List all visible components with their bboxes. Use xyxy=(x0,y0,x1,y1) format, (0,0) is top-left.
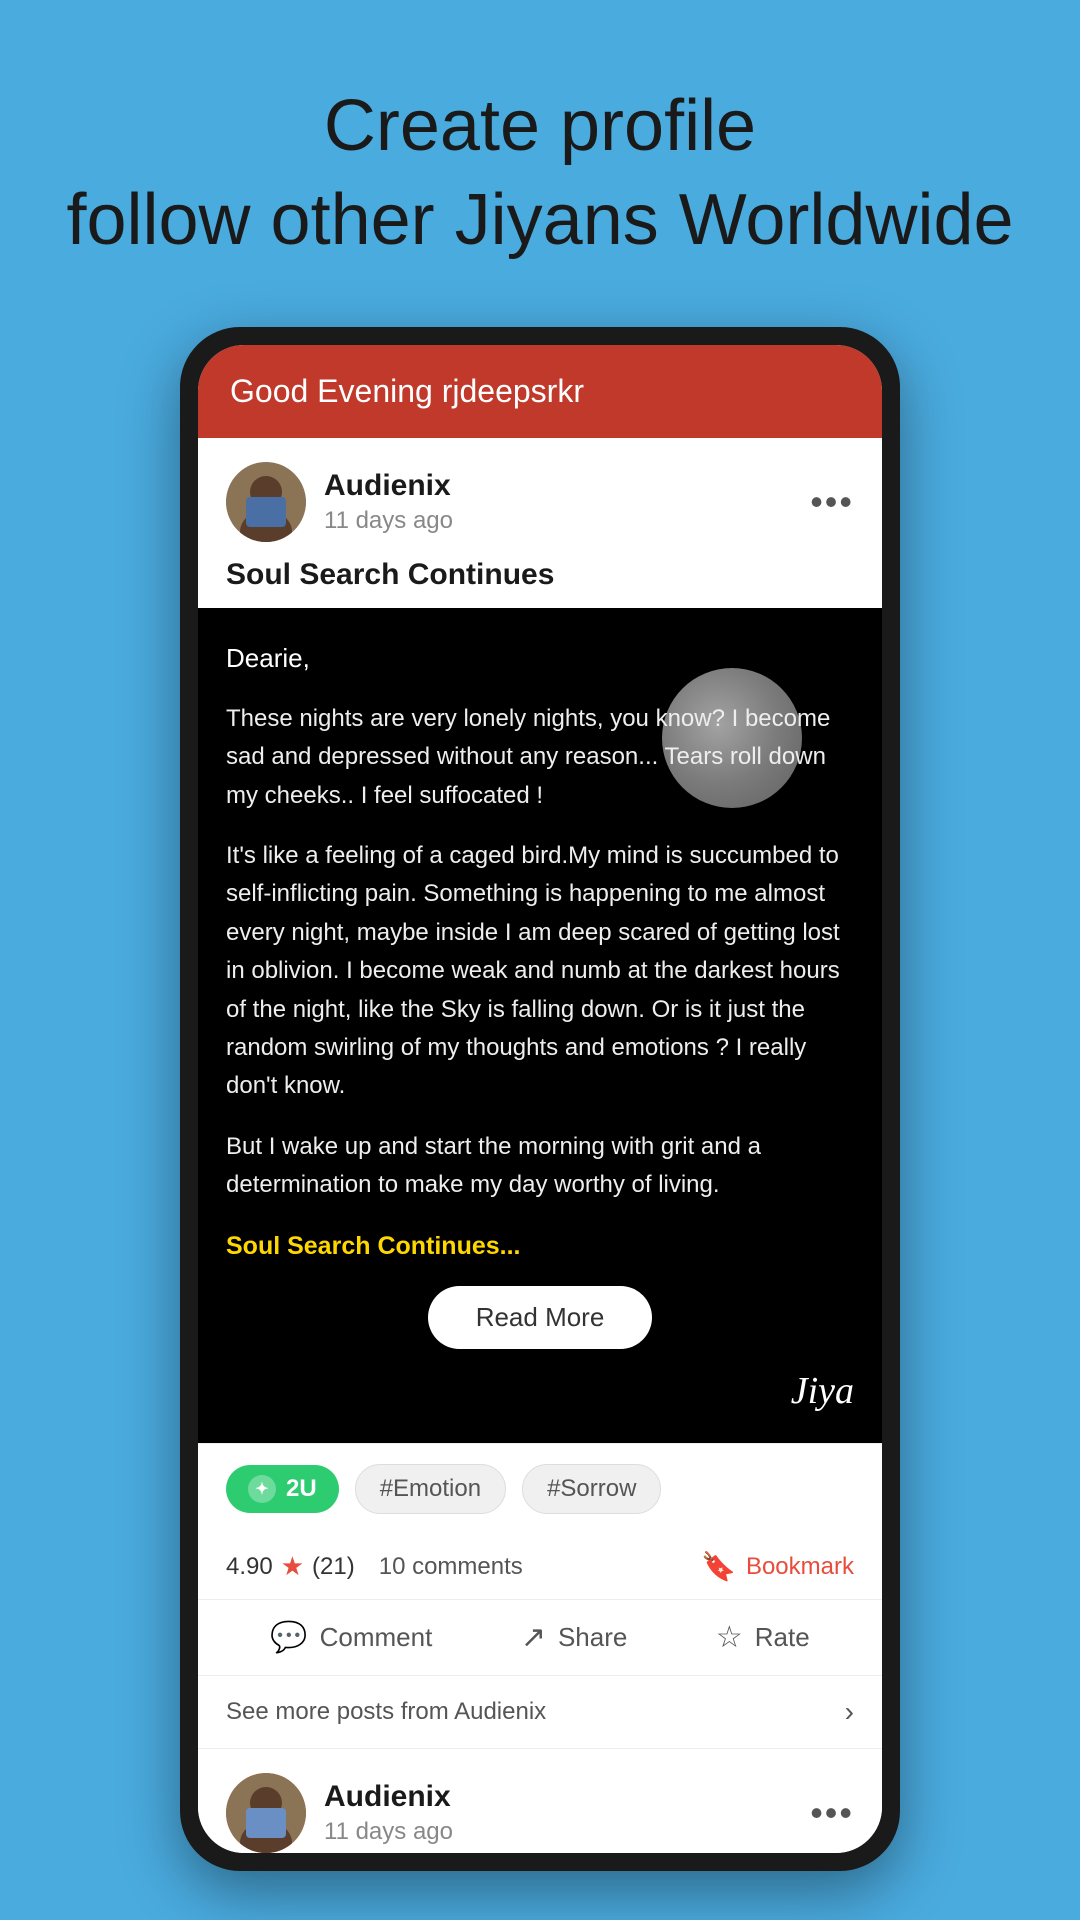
rate-label: Rate xyxy=(755,1622,810,1653)
post-highlight: Soul Search Continues... xyxy=(226,1226,854,1266)
post-content-area: Dearie, These nights are very lonely nig… xyxy=(198,608,882,1443)
rate-icon: ☆ xyxy=(716,1620,743,1655)
comment-label: Comment xyxy=(320,1622,433,1653)
see-more-text: See more posts from Audienix xyxy=(226,1698,546,1726)
phone-container: Good Evening rjdeepsrkr xyxy=(0,327,1080,1871)
tag-emotion[interactable]: #Emotion xyxy=(355,1464,506,1514)
greeting-text: Good Evening rjdeepsrkr xyxy=(230,373,584,409)
share-button[interactable]: ↗ Share xyxy=(521,1620,628,1655)
post-author-info: Audienix 11 days ago xyxy=(324,469,453,535)
tag-sorrow[interactable]: #Sorrow xyxy=(522,1464,661,1514)
post-rating: 4.90 ★ (21) xyxy=(226,1551,355,1582)
tag-2u[interactable]: ✦ 2U xyxy=(226,1465,339,1513)
post-author-name: Audienix xyxy=(324,469,453,503)
rating-count: (21) xyxy=(312,1553,355,1581)
app-header: Good Evening rjdeepsrkr xyxy=(198,345,882,438)
post-actions: 💬 Comment ↗ Share ☆ Rate xyxy=(198,1599,882,1675)
post-text-block: Dearie, These nights are very lonely nig… xyxy=(226,638,854,1266)
post-stats: 4.90 ★ (21) 10 comments 🔖 Bookmark xyxy=(198,1534,882,1599)
post-meta-left: Audienix 11 days ago xyxy=(226,462,453,542)
see-more-arrow-icon: › xyxy=(845,1696,854,1728)
comments-link[interactable]: 10 comments xyxy=(379,1553,677,1581)
avatar xyxy=(226,462,306,542)
jiya-signature: Jiya xyxy=(226,1369,854,1413)
hero-line2: follow other Jiyans Worldwide xyxy=(0,174,1080,268)
post-tags: ✦ 2U #Emotion #Sorrow xyxy=(198,1443,882,1534)
star-icon: ★ xyxy=(281,1551,304,1582)
second-post-meta-left: Audienix 11 days ago xyxy=(226,1773,453,1853)
phone-screen: Good Evening rjdeepsrkr xyxy=(198,345,882,1853)
second-post-avatar xyxy=(226,1773,306,1853)
second-post-time: 11 days ago xyxy=(324,1818,453,1846)
tag-2u-label: 2U xyxy=(286,1475,317,1503)
tag-2u-icon: ✦ xyxy=(248,1475,276,1503)
share-icon: ↗ xyxy=(521,1620,546,1655)
post-title: Soul Search Continues xyxy=(198,558,882,608)
post-time: 11 days ago xyxy=(324,507,453,535)
share-label: Share xyxy=(558,1622,627,1653)
second-post-more-options[interactable]: ••• xyxy=(810,1792,854,1834)
second-post-author-info: Audienix 11 days ago xyxy=(324,1780,453,1846)
hero-line1: Create profile xyxy=(0,80,1080,174)
second-post-author: Audienix xyxy=(324,1780,453,1814)
bookmark-label: Bookmark xyxy=(746,1553,854,1581)
second-post-meta: Audienix 11 days ago ••• xyxy=(198,1749,882,1853)
bookmark-button[interactable]: 🔖 Bookmark xyxy=(701,1550,854,1583)
comment-icon: 💬 xyxy=(270,1620,307,1655)
hero-section: Create profile follow other Jiyans World… xyxy=(0,0,1080,307)
bookmark-icon: 🔖 xyxy=(701,1550,736,1583)
post-greeting: Dearie, xyxy=(226,638,854,680)
rate-button[interactable]: ☆ Rate xyxy=(716,1620,810,1655)
more-options-button[interactable]: ••• xyxy=(810,481,854,523)
rating-value: 4.90 xyxy=(226,1553,273,1581)
post-paragraph2: It's like a feeling of a caged bird.My m… xyxy=(226,837,854,1106)
comment-button[interactable]: 💬 Comment xyxy=(270,1620,432,1655)
see-more-bar[interactable]: See more posts from Audienix › xyxy=(198,1675,882,1749)
phone-frame: Good Evening rjdeepsrkr xyxy=(180,327,900,1871)
post-meta: Audienix 11 days ago ••• xyxy=(198,438,882,558)
post-paragraph3: But I wake up and start the morning with… xyxy=(226,1128,854,1205)
post-card: Audienix 11 days ago ••• Soul Search Con… xyxy=(198,438,882,1853)
read-more-button[interactable]: Read More xyxy=(428,1286,653,1349)
post-paragraph1: These nights are very lonely nights, you… xyxy=(226,700,854,815)
